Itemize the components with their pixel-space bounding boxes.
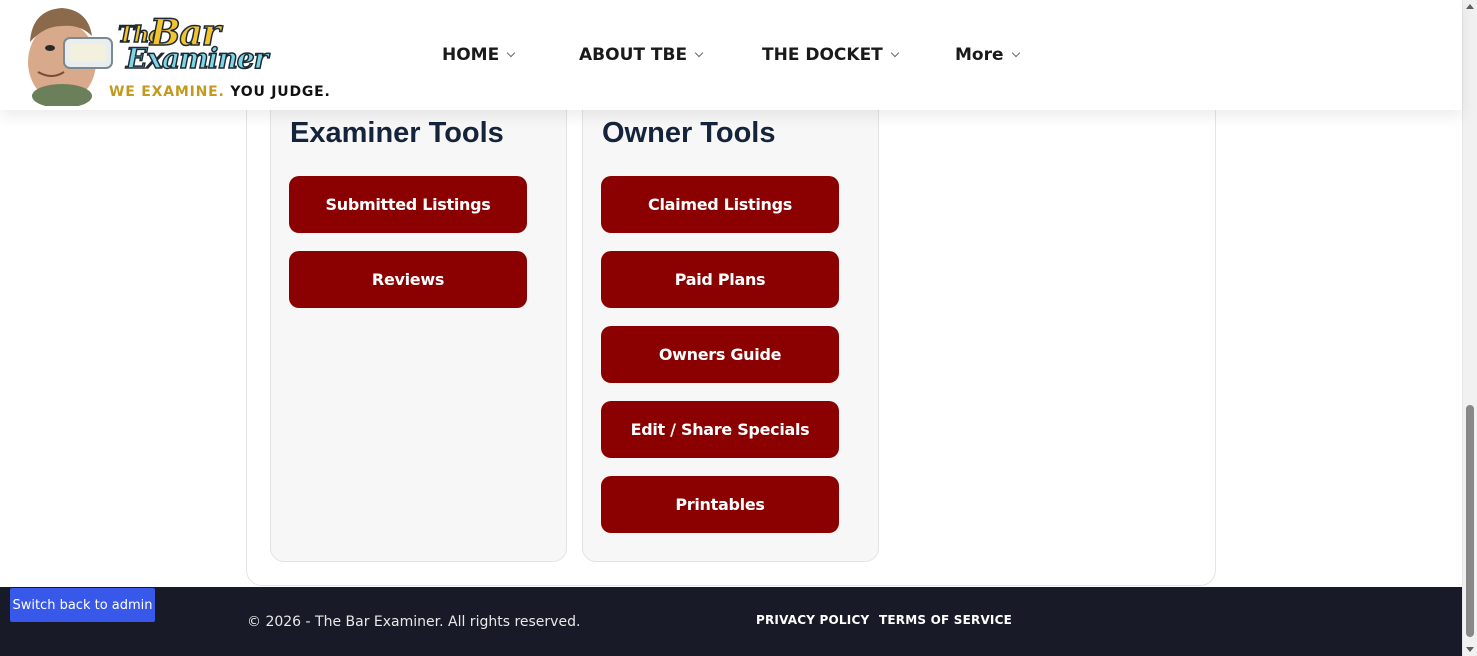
mascot-icon [28, 8, 113, 106]
owners-guide-button[interactable]: Owners Guide [601, 326, 839, 383]
privacy-policy-link[interactable]: PRIVACY POLICY [756, 613, 869, 627]
chevron-down-icon [506, 48, 516, 57]
nav-more-label: More [955, 45, 1004, 65]
printables-button[interactable]: Printables [601, 476, 839, 533]
submitted-listings-button[interactable]: Submitted Listings [289, 176, 527, 233]
nav-more[interactable]: More [955, 44, 1020, 66]
chevron-down-icon [1011, 48, 1020, 57]
owner-tools-panel: Owner Tools Claimed Listings Paid Plans … [582, 60, 879, 562]
nav-home[interactable]: HOME [442, 44, 516, 66]
nav-the-docket[interactable]: THE DOCKET [762, 44, 900, 66]
chevron-down-icon [890, 48, 900, 57]
nav-about-tbe[interactable]: ABOUT TBE [579, 44, 704, 66]
paid-plans-button[interactable]: Paid Plans [601, 251, 839, 308]
switch-back-to-admin-button[interactable]: Switch back to admin [10, 588, 155, 622]
terms-of-service-link[interactable]: TERMS OF SERVICE [879, 613, 1012, 627]
scroll-down-arrow-icon[interactable] [1466, 647, 1474, 652]
examiner-tools-panel: Examiner Tools Submitted Listings Review… [270, 60, 567, 562]
site-header: The Bar Examiner WE EXAMINE. YOU JUDGE. … [0, 0, 1462, 110]
copyright-text: © 2026 - The Bar Examiner. All rights re… [247, 614, 581, 630]
page: Examiner Tools Submitted Listings Review… [0, 0, 1477, 656]
scroll-up-arrow-icon[interactable] [1466, 4, 1474, 9]
site-footer: © 2026 - The Bar Examiner. All rights re… [0, 587, 1462, 656]
nav-docket-label: THE DOCKET [762, 45, 883, 65]
site-logo[interactable]: The Bar Examiner WE EXAMINE. YOU JUDGE. [22, 2, 330, 108]
reviews-button[interactable]: Reviews [289, 251, 527, 308]
tagline: WE EXAMINE. YOU JUDGE. [109, 84, 331, 100]
scrollbar-thumb[interactable] [1466, 405, 1474, 637]
examiner-tools-title: Examiner Tools [290, 117, 504, 149]
claimed-listings-button[interactable]: Claimed Listings [601, 176, 839, 233]
tagline-part-2: YOU JUDGE. [230, 84, 331, 100]
edit-share-specials-button[interactable]: Edit / Share Specials [601, 401, 839, 458]
nav-home-label: HOME [442, 45, 500, 65]
nav-about-label: ABOUT TBE [579, 45, 688, 65]
page-scrollbar[interactable] [1462, 0, 1477, 656]
logo-text-examiner: Examiner [125, 41, 269, 76]
chevron-down-icon [694, 48, 704, 57]
tagline-part-1: WE EXAMINE. [109, 84, 225, 100]
owner-tools-title: Owner Tools [602, 117, 776, 149]
